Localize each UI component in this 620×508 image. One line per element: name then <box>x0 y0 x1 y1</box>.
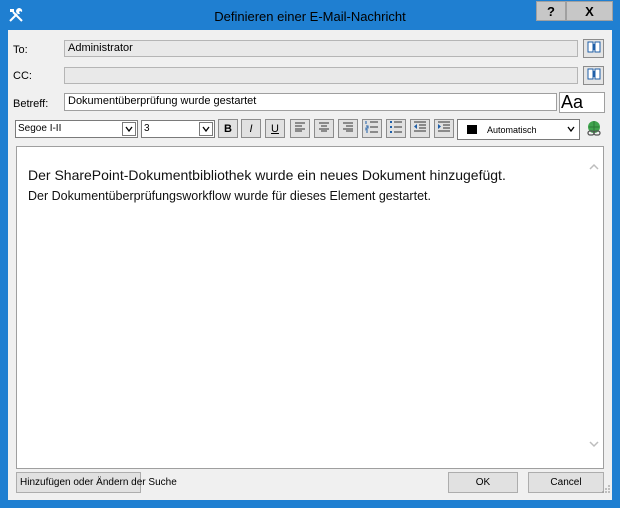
to-field[interactable]: Administrator <box>64 40 578 57</box>
align-right-icon <box>342 122 354 135</box>
address-book-icon <box>587 67 601 85</box>
font-size-value: 3 <box>144 123 150 134</box>
font-size-select[interactable]: 3 <box>141 120 215 138</box>
subject-field[interactable]: Dokumentüberprüfung wurde gestartet <box>64 93 557 111</box>
globe-link-icon <box>585 121 603 142</box>
title-bar[interactable]: Definieren einer E-Mail-Nachricht ? X <box>1 1 619 30</box>
dialog-body: To: Administrator CC: Betreff: Dokumentü… <box>8 30 612 500</box>
chevron-down-icon <box>564 122 578 136</box>
align-left-button[interactable] <box>290 119 310 138</box>
decrease-indent-button[interactable] <box>410 119 430 138</box>
align-right-button[interactable] <box>338 119 358 138</box>
ok-button[interactable]: OK <box>448 472 518 493</box>
bold-button[interactable]: B <box>218 119 238 138</box>
align-left-icon <box>294 122 306 135</box>
cc-address-book-button[interactable] <box>583 66 604 85</box>
to-label: To: <box>13 44 28 56</box>
font-color-value: Automatisch <box>487 125 537 135</box>
increase-indent-icon <box>437 121 451 136</box>
chevron-down-icon <box>199 122 213 136</box>
italic-button[interactable]: I <box>241 119 261 138</box>
align-center-icon <box>318 122 330 135</box>
increase-indent-button[interactable] <box>434 119 454 138</box>
dialog-window: Definieren einer E-Mail-Nachricht ? X To… <box>0 0 620 508</box>
subject-label: Betreff: <box>13 98 49 110</box>
body-line-2: Der Dokumentüberprüfungsworkflow wurde f… <box>28 189 431 203</box>
font-color-select[interactable]: Automatisch <box>457 119 580 140</box>
font-name-value: Segoe I-II <box>18 123 62 134</box>
resize-grip-icon[interactable] <box>601 481 611 499</box>
numbered-list-button[interactable] <box>362 119 382 138</box>
close-button[interactable]: X <box>566 1 613 21</box>
scroll-up-icon[interactable] <box>589 157 599 175</box>
bullet-list-icon <box>389 120 403 137</box>
to-address-book-button[interactable] <box>583 39 604 58</box>
color-swatch <box>467 125 477 134</box>
chevron-down-icon <box>122 122 136 136</box>
underline-button[interactable]: U <box>265 119 285 138</box>
font-name-select[interactable]: Segoe I-II <box>15 120 138 138</box>
help-button[interactable]: ? <box>536 1 566 21</box>
hyperlink-button[interactable] <box>585 120 603 138</box>
decrease-indent-icon <box>413 121 427 136</box>
cancel-button[interactable]: Cancel <box>528 472 604 493</box>
body-line-1: Der SharePoint-Dokumentbibliothek wurde … <box>28 167 506 183</box>
lookup-button-label: Hinzufügen oder Ändern der Suche <box>20 477 177 488</box>
window-title: Definieren einer E-Mail-Nachricht <box>214 9 406 24</box>
vertical-scrollbar[interactable] <box>586 147 603 468</box>
numbered-list-icon <box>365 120 379 137</box>
cc-label: CC: <box>13 70 32 82</box>
address-book-icon <box>587 40 601 58</box>
lookup-button[interactable]: Hinzufügen oder Ändern der Suche <box>16 472 177 493</box>
cc-field[interactable] <box>64 67 578 84</box>
add-field-lookup-button[interactable]: Aa <box>559 92 605 113</box>
message-body-editor[interactable]: Der SharePoint-Dokumentbibliothek wurde … <box>16 146 604 469</box>
align-center-button[interactable] <box>314 119 334 138</box>
bullet-list-button[interactable] <box>386 119 406 138</box>
scroll-down-icon[interactable] <box>589 435 599 453</box>
